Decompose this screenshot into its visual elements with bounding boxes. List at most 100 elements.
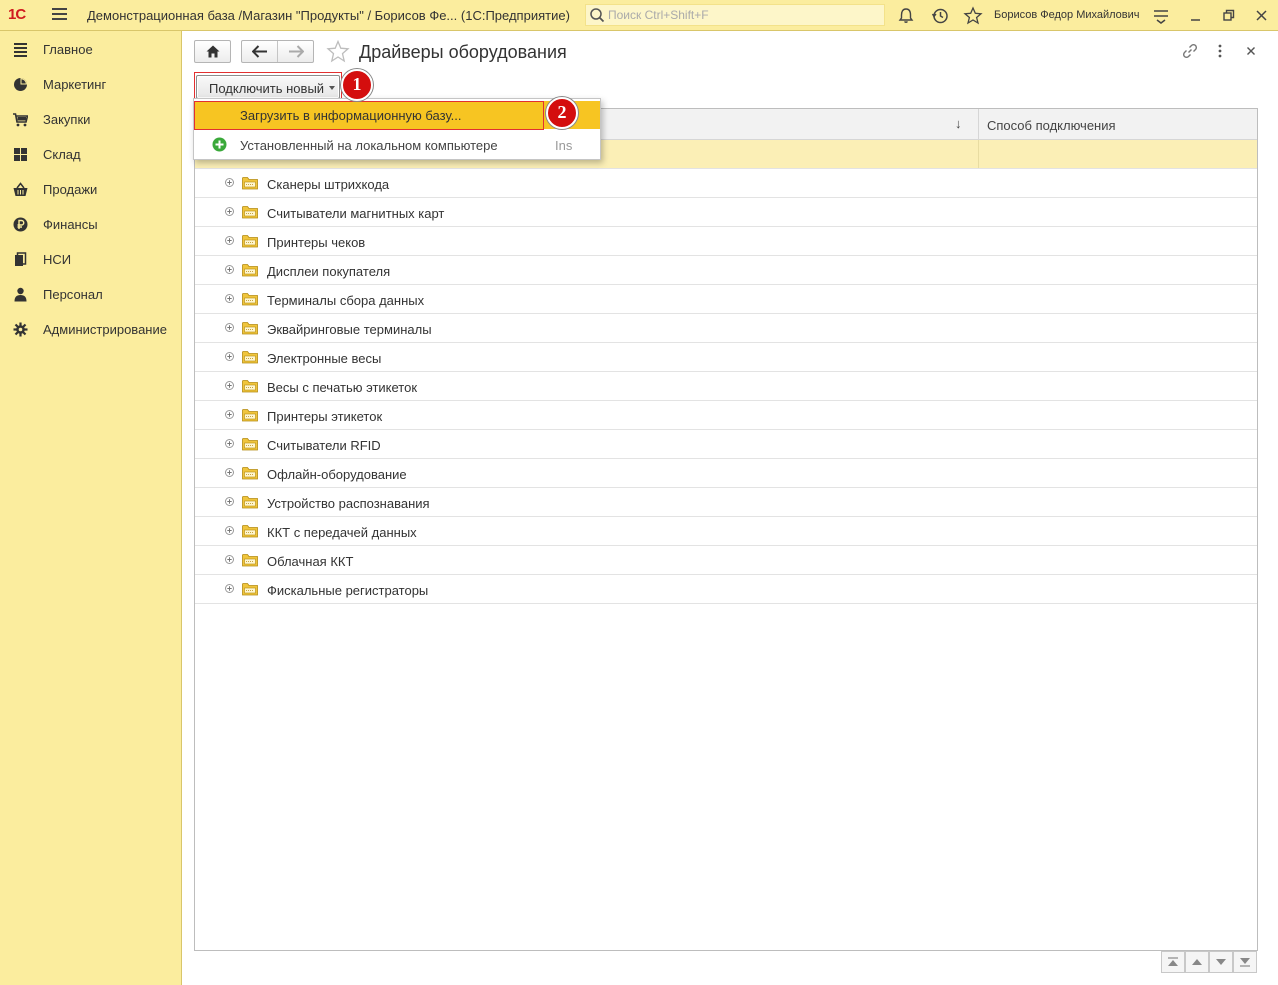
- table-row[interactable]: Весы с печатью этикеток: [195, 372, 1257, 401]
- gear-icon: [13, 322, 28, 337]
- main-menu-icon[interactable]: [52, 8, 67, 21]
- row-name: Терминалы сбора данных: [267, 293, 425, 308]
- sidebar-item-warehouse[interactable]: Склад: [0, 137, 181, 172]
- table-row[interactable]: Электронные весы: [195, 343, 1257, 372]
- sidebar-item-administration[interactable]: Администрирование: [0, 312, 181, 347]
- expand-plus-icon[interactable]: [225, 207, 234, 216]
- restore-window-icon[interactable]: [1219, 6, 1239, 26]
- minimize-icon[interactable]: [1186, 6, 1206, 26]
- close-icon[interactable]: [1243, 43, 1259, 59]
- scroll-down-button[interactable]: [1209, 951, 1233, 973]
- expand-plus-icon[interactable]: [225, 584, 234, 593]
- expand-plus-icon[interactable]: [225, 497, 234, 506]
- row-name: Принтеры чеков: [267, 235, 366, 250]
- add-to-favorites-star-icon[interactable]: [326, 40, 350, 63]
- expand-plus-icon[interactable]: [225, 236, 234, 245]
- folder-group-icon: [242, 177, 258, 190]
- sidebar-item-main[interactable]: Главное: [0, 32, 181, 67]
- search-input[interactable]: [608, 7, 878, 23]
- drivers-table[interactable]: ↓ Способ подключения Сканеры штрихкода Сч…: [194, 108, 1258, 951]
- row-name: Электронные весы: [267, 351, 382, 366]
- column-header-label: Способ подключения: [987, 118, 1116, 133]
- expand-plus-icon[interactable]: [225, 265, 234, 274]
- back-button[interactable]: [242, 41, 278, 62]
- scroll-up-button[interactable]: [1185, 951, 1209, 973]
- sidebar-item-personnel[interactable]: Персонал: [0, 277, 181, 312]
- column-connection-method[interactable]: Способ подключения: [978, 109, 1257, 140]
- scroll-up-icon: [1192, 959, 1202, 965]
- favorites-star-icon[interactable]: [963, 6, 983, 26]
- add-green-icon: [212, 137, 227, 152]
- folder-group-icon: [242, 438, 258, 451]
- more-actions-icon[interactable]: [1212, 43, 1228, 59]
- folder-group-icon: [242, 235, 258, 248]
- connect-new-button[interactable]: Подключить новый: [196, 75, 340, 99]
- forward-button[interactable]: [278, 41, 313, 62]
- chevron-down-icon: [329, 86, 335, 90]
- table-row[interactable]: Дисплеи покупателя: [195, 256, 1257, 285]
- table-row[interactable]: ККТ с передачей данных: [195, 517, 1257, 546]
- table-row[interactable]: Эквайринговые терминалы: [195, 314, 1257, 343]
- menu-item-installed-locally[interactable]: Установленный на локальном компьютере In…: [195, 131, 600, 159]
- sidebar-item-nsi[interactable]: НСИ: [0, 242, 181, 277]
- folder-group-icon: [242, 583, 258, 596]
- table-row[interactable]: Считыватели RFID: [195, 430, 1257, 459]
- scroll-to-top-button[interactable]: [1161, 951, 1185, 973]
- expand-plus-icon[interactable]: [225, 178, 234, 187]
- folder-group-icon: [242, 293, 258, 306]
- sidebar-item-sales[interactable]: Продажи: [0, 172, 181, 207]
- scroll-bottom-icon: [1240, 958, 1250, 967]
- expand-plus-icon[interactable]: [225, 323, 234, 332]
- sidebar-item-label: Маркетинг: [43, 77, 107, 92]
- link-icon[interactable]: [1182, 43, 1198, 59]
- expand-plus-icon[interactable]: [225, 381, 234, 390]
- expand-plus-icon[interactable]: [225, 555, 234, 564]
- home-icon: [206, 45, 220, 58]
- expand-plus-icon[interactable]: [225, 294, 234, 303]
- reference-books-icon: [15, 252, 27, 266]
- table-row[interactable]: Принтеры этикеток: [195, 401, 1257, 430]
- table-row[interactable]: Офлайн-оборудование: [195, 459, 1257, 488]
- table-row[interactable]: Облачная ККТ: [195, 546, 1257, 575]
- sidebar-item-marketing[interactable]: Маркетинг: [0, 67, 181, 102]
- expand-plus-icon[interactable]: [225, 468, 234, 477]
- table-row[interactable]: Принтеры чеков: [195, 227, 1257, 256]
- global-search[interactable]: [585, 4, 885, 26]
- expand-plus-icon[interactable]: [225, 410, 234, 419]
- expand-plus-icon[interactable]: [225, 439, 234, 448]
- row-name: Офлайн-оборудование: [267, 467, 407, 482]
- user-name[interactable]: Борисов Федор Михайлович: [994, 9, 1140, 21]
- history-nav-group: [241, 40, 314, 63]
- search-icon: [590, 8, 605, 23]
- page-title: Драйверы оборудования: [359, 42, 567, 62]
- table-row[interactable]: Фискальные регистраторы: [195, 575, 1257, 604]
- arrow-left-icon: [252, 45, 267, 58]
- cart-icon: [13, 113, 28, 127]
- folder-group-icon: [242, 409, 258, 422]
- folder-group-icon: [242, 380, 258, 393]
- scroll-to-bottom-button[interactable]: [1233, 951, 1257, 973]
- table-row[interactable]: Устройство распознавания: [195, 488, 1257, 517]
- folder-group-icon: [242, 206, 258, 219]
- sidebar-item-purchases[interactable]: Закупки: [0, 102, 181, 137]
- sort-arrow-icon[interactable]: ↓: [955, 116, 962, 131]
- arrow-right-icon: [289, 45, 304, 58]
- sidebar-item-label: Главное: [43, 42, 93, 57]
- table-row[interactable]: Считыватели магнитных карт: [195, 198, 1257, 227]
- settings-lines-icon[interactable]: [1151, 6, 1171, 26]
- expand-plus-icon[interactable]: [225, 352, 234, 361]
- close-window-icon[interactable]: [1252, 6, 1272, 26]
- pie-chart-icon: [14, 78, 27, 91]
- table-row[interactable]: Терминалы сбора данных: [195, 285, 1257, 314]
- folder-group-icon: [242, 467, 258, 480]
- sidebar-item-label: Закупки: [43, 112, 91, 127]
- history-icon[interactable]: [930, 6, 950, 26]
- scroll-down-icon: [1216, 959, 1226, 965]
- expand-plus-icon[interactable]: [225, 526, 234, 535]
- table-row[interactable]: Сканеры штрихкода: [195, 169, 1257, 198]
- bell-icon[interactable]: [896, 6, 916, 26]
- sidebar-item-finance[interactable]: Финансы: [0, 207, 181, 242]
- connect-new-menu: Загрузить в информационную базу... Устан…: [193, 98, 601, 160]
- home-button[interactable]: [194, 40, 231, 63]
- folder-group-icon: [242, 264, 258, 277]
